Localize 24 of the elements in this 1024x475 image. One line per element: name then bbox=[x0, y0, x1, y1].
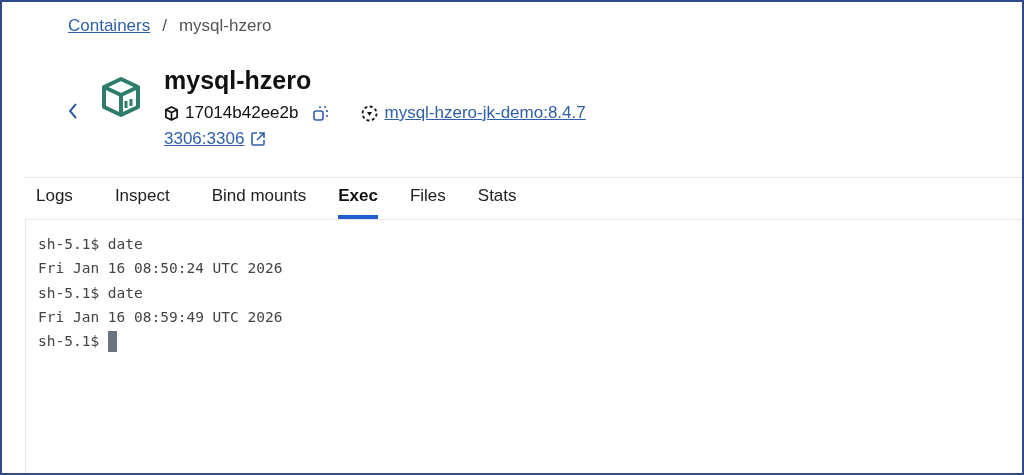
external-link-icon[interactable] bbox=[250, 131, 267, 147]
container-name: mysql-hzero bbox=[164, 66, 313, 95]
terminal-line: sh-5.1$ date bbox=[38, 235, 144, 255]
terminal-cursor bbox=[108, 330, 118, 352]
terminal-line: Fri Jan 16 08:59:49 UTC 2026 bbox=[38, 308, 284, 328]
terminal-line: sh-5.1$ date bbox=[38, 283, 144, 303]
terminal-prompt: sh-5.1$ bbox=[38, 332, 100, 352]
port-link[interactable]: 3306:3306 bbox=[164, 129, 245, 149]
breadcrumb-current: mysql-hzero bbox=[178, 16, 272, 36]
image-link[interactable]: mysql-hzero-jk-demo:8.4.7 bbox=[384, 103, 586, 123]
container-icon bbox=[100, 76, 142, 118]
copy-icon[interactable] bbox=[312, 104, 330, 122]
tab[interactable]: Logs bbox=[36, 178, 73, 219]
container-id: 17014b42ee2b bbox=[185, 103, 299, 123]
tab[interactable]: Inspect bbox=[114, 178, 170, 219]
breadcrumb-separator: / bbox=[162, 16, 167, 36]
image-icon bbox=[361, 104, 379, 122]
terminal-line: Fri Jan 16 08:50:24 UTC 2026 bbox=[38, 259, 284, 279]
tab[interactable]: Files bbox=[409, 178, 446, 219]
breadcrumb-link[interactable]: Containers bbox=[68, 16, 151, 36]
tab[interactable]: Stats bbox=[477, 178, 517, 219]
tab[interactable]: Exec bbox=[338, 178, 378, 219]
cube-icon bbox=[164, 105, 179, 121]
tab[interactable]: Bind mounts bbox=[211, 178, 307, 219]
